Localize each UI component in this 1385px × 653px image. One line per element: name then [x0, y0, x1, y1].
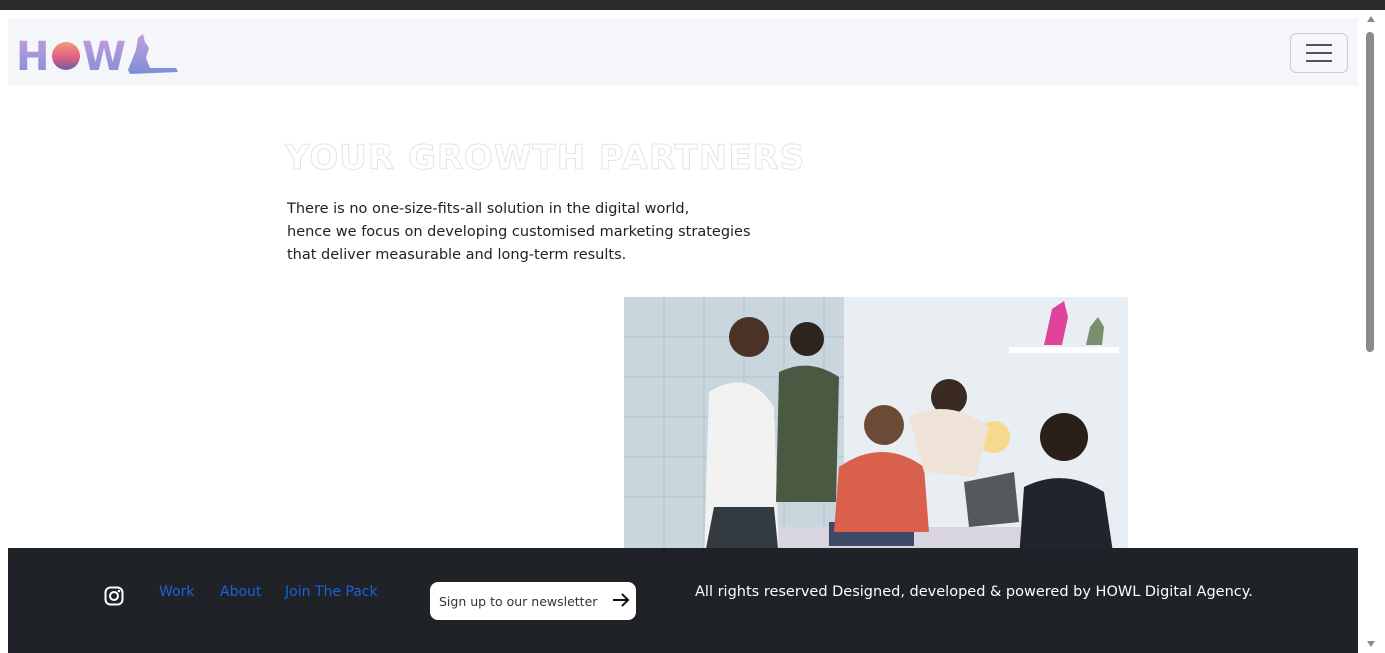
scroll-up-icon[interactable]: [1367, 16, 1375, 22]
scrollbar-thumb[interactable]: [1366, 32, 1374, 352]
footer-link-join-the-pack[interactable]: Join The Pack: [285, 584, 378, 600]
vertical-scrollbar[interactable]: [1358, 10, 1385, 653]
navbar: H W: [8, 18, 1358, 86]
footer-link-about[interactable]: About: [220, 584, 261, 600]
instagram-icon[interactable]: [104, 586, 124, 606]
newsletter-email-input[interactable]: [439, 593, 604, 609]
browser-viewport: H W YOUR GROWTH PARTNERS There is no one…: [0, 10, 1385, 653]
hamburger-menu-button[interactable]: [1290, 33, 1348, 73]
hero-title: YOUR GROWTH PARTNERS: [284, 138, 806, 179]
scroll-down-icon[interactable]: [1367, 641, 1375, 647]
hero-description: There is no one-size-fits-all solution i…: [287, 201, 751, 263]
svg-text:W: W: [82, 34, 126, 78]
copyright-text: All rights reserved Designed, developed …: [695, 584, 1253, 600]
hamburger-menu-icon: [1306, 44, 1332, 46]
howl-logo[interactable]: H W: [16, 28, 186, 78]
svg-text:H: H: [16, 34, 49, 78]
newsletter-signup: [430, 582, 636, 620]
arrow-right-icon[interactable]: [611, 590, 631, 610]
footer: Work About Join The Pack All rights rese…: [8, 548, 1358, 653]
footer-link-work[interactable]: Work: [159, 584, 194, 600]
team-photo: [624, 297, 1128, 559]
page-edge: [0, 10, 8, 653]
